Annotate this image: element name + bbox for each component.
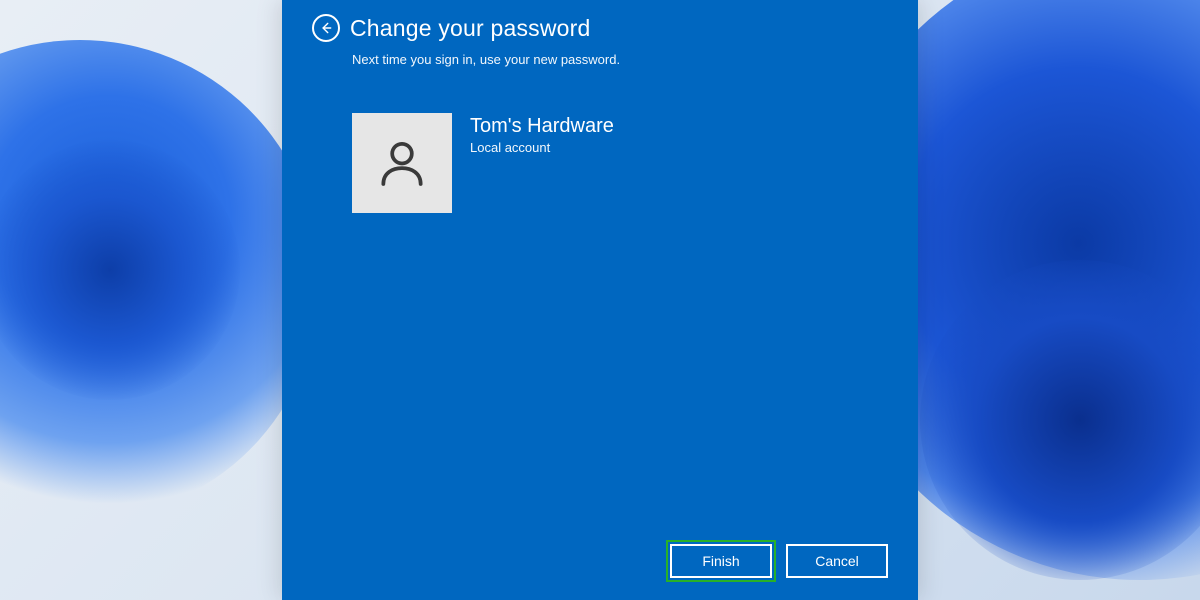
desktop-background: Change your password Next time you sign … [0, 0, 1200, 600]
account-type: Local account [470, 140, 614, 155]
cancel-button-label: Cancel [815, 553, 859, 569]
account-name: Tom's Hardware [470, 115, 614, 138]
finish-button[interactable]: Finish [670, 544, 772, 578]
account-info: Tom's Hardware Local account [470, 113, 614, 155]
dialog-subtitle: Next time you sign in, use your new pass… [352, 52, 888, 67]
cancel-button[interactable]: Cancel [786, 544, 888, 578]
finish-button-label: Finish [702, 553, 739, 569]
user-icon [374, 135, 430, 191]
avatar [352, 113, 452, 213]
dialog-header: Change your password [312, 14, 888, 42]
account-row: Tom's Hardware Local account [352, 113, 888, 213]
arrow-left-icon [319, 21, 333, 35]
back-button[interactable] [312, 14, 340, 42]
dialog-button-row: Finish Cancel [670, 544, 888, 578]
dialog-title: Change your password [350, 15, 591, 42]
change-password-dialog: Change your password Next time you sign … [282, 0, 918, 600]
